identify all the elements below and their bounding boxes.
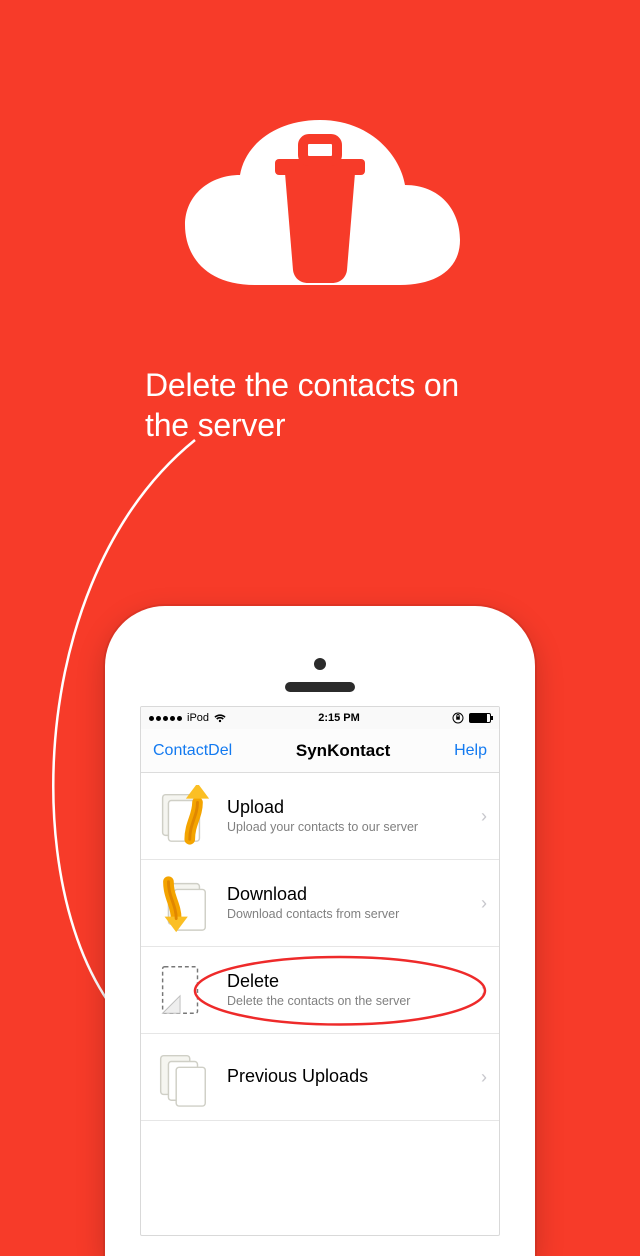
row-title: Download [227,884,459,905]
history-icon [151,1046,213,1108]
row-subtitle: Delete the contacts on the server [227,994,459,1010]
row-title: Previous Uploads [227,1066,459,1087]
wifi-icon [214,713,226,723]
chevron-right-icon: › [481,893,487,914]
chevron-right-icon: › [481,1067,487,1088]
orientation-lock-icon [452,712,464,724]
signal-icon [149,716,182,721]
row-upload[interactable]: Upload Upload your contacts to our serve… [141,773,499,860]
phone-frame: iPod 2:15 PM ContactDel SynKontact Help [105,606,535,1256]
carrier-label: iPod [187,712,209,724]
phone-screen: iPod 2:15 PM ContactDel SynKontact Help [140,706,500,1236]
row-previous-uploads[interactable]: Previous Uploads › [141,1034,499,1121]
nav-title: SynKontact [296,741,390,761]
chevron-right-icon: › [481,806,487,827]
row-subtitle: Upload your contacts to our server [227,820,459,836]
row-title: Delete [227,971,459,992]
row-subtitle: Download contacts from server [227,907,459,923]
chevron-right-icon: › [481,980,487,1001]
nav-bar: ContactDel SynKontact Help [141,729,499,773]
upload-icon [151,785,213,847]
phone-speaker-icon [285,682,355,692]
row-download[interactable]: Download Download contacts from server › [141,860,499,947]
phone-top [105,606,535,706]
menu-list: Upload Upload your contacts to our serve… [141,773,499,1121]
download-icon [151,872,213,934]
phone-camera-icon [314,658,326,670]
battery-icon [469,713,491,723]
status-bar: iPod 2:15 PM [141,707,499,729]
delete-icon [151,959,213,1021]
hero-caption: Delete the contacts on the server [145,365,495,445]
row-delete[interactable]: Delete Delete the contacts on the server… [141,947,499,1034]
nav-back-button[interactable]: ContactDel [153,742,232,760]
row-title: Upload [227,797,459,818]
hero-cloud-trash-icon [175,115,465,315]
status-time: 2:15 PM [318,712,360,724]
nav-help-button[interactable]: Help [454,742,487,760]
